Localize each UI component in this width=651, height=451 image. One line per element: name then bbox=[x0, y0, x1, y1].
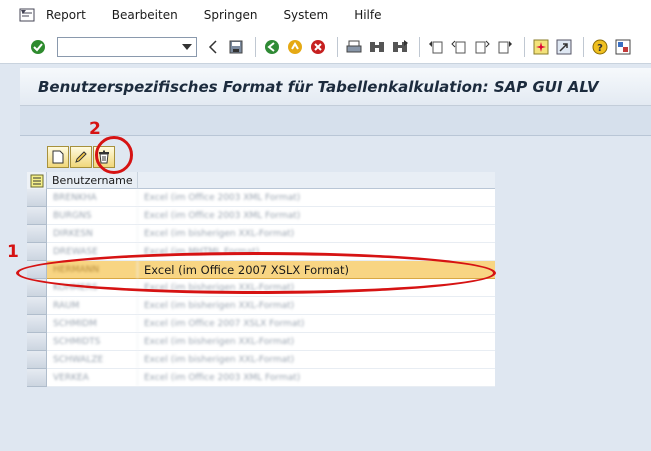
cell-benutzername: DIRKESN bbox=[47, 225, 138, 242]
table-row[interactable]: SCHMIDTS Excel (im bisherigen XXL-Format) bbox=[27, 333, 495, 351]
cell-benutzername: RAUM bbox=[47, 297, 138, 314]
command-field[interactable] bbox=[57, 36, 197, 57]
cell-benutzername: SCHMIDTS bbox=[47, 333, 138, 350]
cell-format: Excel (im bisherigen XXL-Format) bbox=[144, 301, 295, 311]
toolbar-separator bbox=[255, 36, 256, 57]
exit-icon[interactable] bbox=[285, 37, 305, 57]
prev-page-icon[interactable] bbox=[449, 37, 469, 57]
row-selector[interactable] bbox=[27, 351, 47, 369]
toolbar-separator bbox=[337, 36, 338, 57]
annotation-circle-delete bbox=[95, 136, 133, 174]
row-selector[interactable] bbox=[27, 207, 47, 225]
table-row[interactable]: SCHMIDM Excel (im Office 2007 XSLX Format… bbox=[27, 315, 495, 333]
last-page-icon[interactable] bbox=[495, 37, 515, 57]
column-header-format[interactable] bbox=[138, 172, 495, 188]
svg-text:?: ? bbox=[597, 43, 603, 54]
menu-hilfe[interactable]: Hilfe bbox=[354, 8, 381, 22]
toolbar-separator bbox=[419, 36, 420, 57]
annotation-number-two: 2 bbox=[89, 119, 101, 139]
table-row[interactable]: BURGNS Excel (im Office 2003 XML Format) bbox=[27, 207, 495, 225]
edit-button[interactable] bbox=[70, 146, 92, 168]
row-selector[interactable] bbox=[27, 297, 47, 315]
cell-benutzername: SCHWALZE bbox=[47, 351, 138, 368]
row-selector[interactable] bbox=[27, 189, 47, 207]
create-icon bbox=[52, 150, 64, 164]
select-all-icon[interactable] bbox=[27, 172, 47, 189]
menu-bearbeiten[interactable]: Bearbeiten bbox=[112, 8, 178, 22]
cell-format: Excel (im bisherigen XXL-Format) bbox=[144, 355, 295, 365]
menu-system[interactable]: System bbox=[283, 8, 328, 22]
annotation-ellipse-row bbox=[16, 252, 496, 294]
column-header-benutzername[interactable]: Benutzername bbox=[47, 172, 138, 188]
title-bar: Benutzerspezifisches Format für Tabellen… bbox=[20, 68, 651, 106]
edit-icon bbox=[75, 151, 87, 163]
cell-format: Excel (im Office 2003 XML Format) bbox=[144, 373, 301, 383]
menu-report[interactable]: Report bbox=[46, 8, 86, 22]
print-icon[interactable] bbox=[344, 37, 364, 57]
cell-benutzername: BURGNS bbox=[47, 207, 138, 224]
next-page-icon[interactable] bbox=[472, 37, 492, 57]
cell-benutzername: SCHMIDM bbox=[47, 315, 138, 332]
toolbar-separator bbox=[524, 36, 525, 57]
annotation-number-one: 1 bbox=[7, 242, 19, 262]
cell-format: Excel (im Office 2007 XSLX Format) bbox=[144, 319, 305, 329]
application-toolbar bbox=[20, 106, 651, 136]
cell-format: Excel (im Office 2003 XML Format) bbox=[144, 211, 301, 221]
cell-benutzername: BRENKHA bbox=[47, 189, 138, 206]
menu-bar: Report Bearbeiten Springen System Hilfe bbox=[0, 0, 651, 30]
row-selector[interactable] bbox=[27, 369, 47, 387]
table-row[interactable]: RAUM Excel (im bisherigen XXL-Format) bbox=[27, 297, 495, 315]
standard-toolbar: ? bbox=[0, 30, 651, 64]
find-next-icon[interactable] bbox=[390, 37, 410, 57]
row-selector[interactable] bbox=[27, 333, 47, 351]
first-page-icon[interactable] bbox=[426, 37, 446, 57]
check-icon[interactable] bbox=[28, 37, 48, 57]
row-selector[interactable] bbox=[27, 315, 47, 333]
page-title: Benutzerspezifisches Format für Tabellen… bbox=[38, 77, 599, 96]
cell-format: Excel (im bisherigen XXL-Format) bbox=[144, 337, 295, 347]
new-session-icon[interactable] bbox=[531, 37, 551, 57]
menu-system-icon[interactable] bbox=[18, 6, 36, 24]
cell-format: Excel (im bisherigen XXL-Format) bbox=[144, 229, 295, 239]
menu-springen[interactable]: Springen bbox=[204, 8, 258, 22]
cancel-icon[interactable] bbox=[308, 37, 328, 57]
shortcut-icon[interactable] bbox=[554, 37, 574, 57]
back-green-icon[interactable] bbox=[262, 37, 282, 57]
create-button[interactable] bbox=[47, 146, 69, 168]
toolbar-separator bbox=[583, 36, 584, 57]
layout-icon[interactable] bbox=[613, 37, 633, 57]
chevron-down-icon[interactable] bbox=[180, 41, 194, 53]
table-row[interactable]: DIRKESN Excel (im bisherigen XXL-Format) bbox=[27, 225, 495, 243]
save-icon[interactable] bbox=[226, 37, 246, 57]
row-selector[interactable] bbox=[27, 243, 47, 261]
grid-header: Benutzername bbox=[27, 172, 495, 189]
table-row[interactable]: SCHWALZE Excel (im bisherigen XXL-Format) bbox=[27, 351, 495, 369]
find-icon[interactable] bbox=[367, 37, 387, 57]
table-row[interactable]: BRENKHA Excel (im Office 2003 XML Format) bbox=[27, 189, 495, 207]
command-input[interactable] bbox=[58, 37, 176, 56]
cell-benutzername: VERKEA bbox=[47, 369, 138, 386]
cell-format: Excel (im Office 2003 XML Format) bbox=[144, 193, 301, 203]
help-icon[interactable]: ? bbox=[590, 37, 610, 57]
back-icon[interactable] bbox=[203, 37, 223, 57]
table-row[interactable]: VERKEA Excel (im Office 2003 XML Format) bbox=[27, 369, 495, 387]
row-selector[interactable] bbox=[27, 225, 47, 243]
